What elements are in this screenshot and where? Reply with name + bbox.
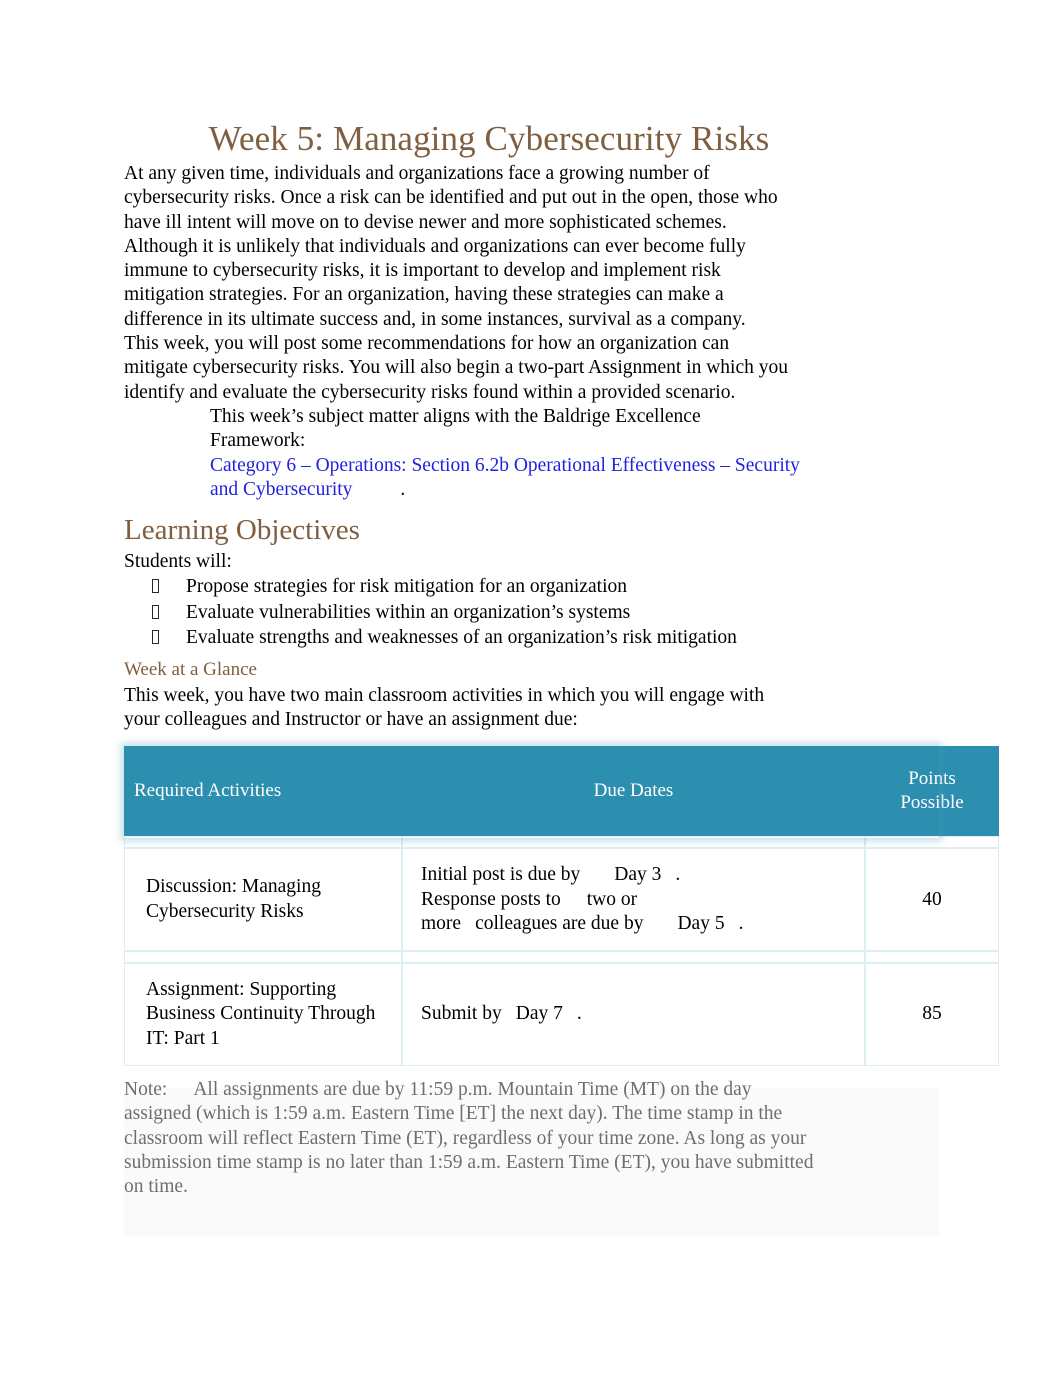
note-text: All assignments are due by 11:59 p.m. Mo…	[124, 1079, 814, 1198]
week-at-a-glance-table-wrapper: Required Activities Due Dates Points Pos…	[124, 746, 999, 1067]
due-line-end: .	[738, 912, 744, 934]
cell-due-dates: Initial post is due by Day 3. Response po…	[402, 848, 865, 952]
baldrige-framework-link[interactable]: Category 6 – Operations: Section 6.2b Op…	[210, 455, 800, 500]
objective-text: Evaluate vulnerabilities within an organ…	[186, 601, 631, 623]
points-header-line1: Points	[908, 768, 956, 790]
week-at-a-glance-intro: This week, you have two main classroom a…	[124, 684, 765, 730]
bullet-box-icon	[152, 630, 159, 645]
baldrige-link-line: Category 6 – Operations: Section 6.2b Op…	[210, 454, 810, 503]
table-row: Discussion: Managing Cybersecurity Risks…	[124, 848, 999, 952]
assignment-deadline-note: Note: All assignments are due by 11:59 p.…	[124, 1078, 814, 1199]
due-line-post: Day 5	[677, 912, 725, 934]
cell-points: 85	[865, 963, 999, 1067]
due-line-post: .	[576, 1003, 582, 1025]
table-header-row: Required Activities Due Dates Points Pos…	[124, 746, 999, 837]
column-header-points-possible: Points Possible	[865, 746, 999, 837]
due-line-day: Day 3	[614, 864, 662, 886]
intro-paragraph-2: This week, you will post some recommenda…	[124, 333, 788, 403]
table-spacer-row	[124, 951, 999, 964]
due-line-day: two or	[586, 888, 638, 910]
table-header: Required Activities Due Dates Points Pos…	[124, 746, 999, 837]
week-at-a-glance-heading: Week at a Glance	[124, 658, 257, 680]
spacer-cell	[402, 836, 865, 849]
intro-paragraph-1: At any given time, individuals and organ…	[124, 163, 778, 330]
spacer-cell	[865, 836, 999, 849]
table-spacer-row	[124, 836, 999, 849]
due-line-pre: Response posts to	[421, 888, 561, 910]
due-line-post: .	[675, 864, 681, 886]
cell-activity: Assignment: Supporting Business Continui…	[124, 963, 402, 1067]
document-page: Week 5: Managing Cybersecurity Risks At …	[0, 0, 1062, 1377]
due-line-day: Day 7	[515, 1003, 563, 1025]
learning-objectives-list: Propose strategies for risk mitigation f…	[124, 574, 944, 650]
bullet-box-icon	[152, 604, 159, 619]
spacer-cell	[402, 951, 865, 964]
bullet-box-icon	[152, 579, 159, 594]
points-header-line2: Possible	[900, 792, 964, 814]
due-line-pre: Submit by	[421, 1003, 502, 1025]
cell-activity: Discussion: Managing Cybersecurity Risks	[124, 848, 402, 952]
table-body: Discussion: Managing Cybersecurity Risks…	[124, 836, 999, 1067]
objective-text: Evaluate strengths and weaknesses of an …	[186, 627, 737, 649]
spacer-cell	[124, 951, 402, 964]
list-item: Evaluate strengths and weaknesses of an …	[124, 625, 944, 650]
spacer-cell	[124, 836, 402, 849]
learning-objectives-heading: Learning Objectives	[124, 514, 360, 547]
due-line-pre: more	[421, 912, 462, 934]
note-label: Note:	[124, 1079, 168, 1101]
cell-due-dates: Submit by Day 7.	[402, 963, 865, 1067]
due-line-pre: Initial post is due by	[421, 864, 581, 886]
table-row: Assignment: Supporting Business Continui…	[124, 963, 999, 1067]
spacer-cell	[865, 951, 999, 964]
column-header-required-activities: Required Activities	[124, 746, 402, 837]
column-header-due-dates: Due Dates	[402, 746, 865, 837]
objective-text: Propose strategies for risk mitigation f…	[186, 576, 627, 598]
due-line-mid: colleagues are due by	[475, 912, 644, 934]
list-item: Propose strategies for risk mitigation f…	[124, 574, 944, 599]
list-item: Evaluate vulnerabilities within an organ…	[124, 600, 944, 625]
cell-points: 40	[865, 848, 999, 952]
baldrige-link-period: .	[400, 478, 406, 500]
document-content: Week 5: Managing Cybersecurity Risks At …	[124, 118, 999, 1219]
learning-objectives-intro: Students will:	[124, 551, 232, 573]
baldrige-intro-text: This week’s subject matter aligns with t…	[210, 405, 701, 452]
page-title: Week 5: Managing Cybersecurity Risks	[208, 119, 770, 158]
week-at-a-glance-table: Required Activities Due Dates Points Pos…	[124, 746, 999, 1067]
